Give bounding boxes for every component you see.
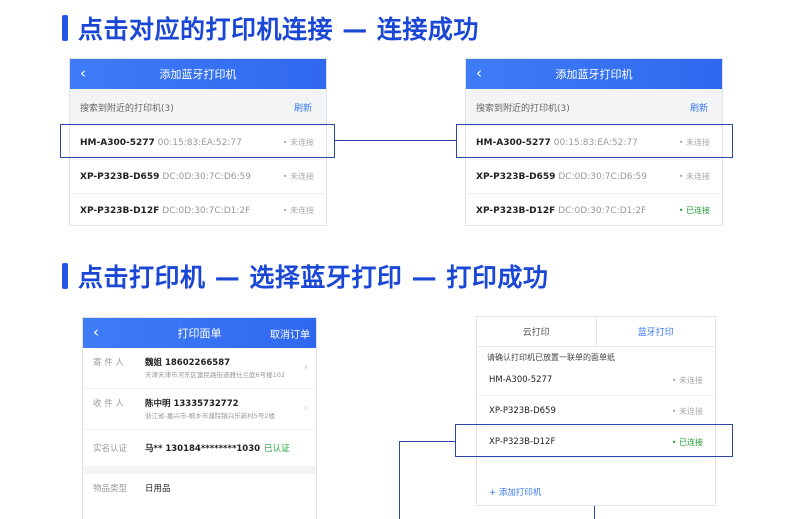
receiver-label: 收 件 人 [93, 399, 124, 409]
device-mac: DC:0D:30:7C:D1:2F [558, 205, 647, 216]
verified-badge: 已认证 [264, 444, 290, 454]
receiver-address: 浙江省-嘉兴市-桐乡市濮院镇兴乐新村5号2楼 [145, 412, 275, 420]
tab-cloud-print[interactable]: 云打印 [477, 317, 596, 346]
device-name: XP-P323B-D12F DC:0D:30:7C:D1:2F [80, 205, 251, 216]
search-result-bar: 搜索到附近的打印机(3) 刷新 [70, 89, 326, 125]
paper-note: 请确认打印机已放置一联单的面单纸 [487, 353, 615, 362]
back-arrow-icon[interactable]: ‹ [80, 63, 86, 83]
section2-title: 点击打印机 — 选择蓝牙打印 — 打印成功 [78, 263, 549, 292]
device-status: • 未连接 [678, 172, 710, 181]
chevron-right-icon: › [303, 360, 308, 373]
search-result-label: 搜索到附近的打印机(3) [476, 103, 570, 114]
screen-title: 打印面单 [177, 327, 222, 340]
print-form-screen: ‹ 打印面单 取消订单 寄 件 人 魏姐 18602266587 天津天津市河东… [82, 317, 317, 519]
printer-row[interactable]: XP-P323B-D659 • 未连接 [477, 396, 715, 427]
device-name: XP-P323B-D659 DC:0D:30:7C:D6:59 [80, 171, 251, 182]
print-mode-tabs: 云打印 蓝牙打印 [477, 317, 715, 347]
printer-status: • 未连接 [671, 375, 703, 385]
section1-heading: 点击对应的打印机连接 — 连接成功 [62, 10, 479, 46]
connector-line [335, 140, 456, 141]
search-result-label: 搜索到附近的打印机(3) [80, 103, 174, 114]
goods-row[interactable]: 物品类型 日用品 [83, 474, 316, 502]
sender-label: 寄 件 人 [93, 358, 124, 368]
printer-name: HM-A300-5277 [489, 375, 553, 385]
section1-title: 点击对应的打印机连接 — 连接成功 [78, 15, 479, 44]
printer-row[interactable]: HM-A300-5277 • 未连接 [477, 365, 715, 396]
heading-accent-bar [62, 15, 68, 41]
receiver-row[interactable]: 收 件 人 陈中明 13335732772 浙江省-嘉兴市-桐乡市濮院镇兴乐新村… [83, 388, 316, 429]
back-arrow-icon[interactable]: ‹ [93, 322, 99, 342]
goods-label: 物品类型 [93, 484, 128, 494]
device-row[interactable]: XP-P323B-D659 DC:0D:30:7C:D6:59 • 未连接 [466, 159, 722, 193]
screen-title: 添加蓝牙打印机 [159, 68, 237, 81]
highlight-box [60, 124, 335, 158]
heading-accent-bar [62, 263, 68, 289]
refresh-button[interactable]: 刷新 [690, 101, 708, 114]
highlight-box [456, 124, 733, 158]
connector-line [594, 506, 595, 519]
device-row[interactable]: XP-P323B-D659 DC:0D:30:7C:D6:59 • 未连接 [70, 159, 326, 193]
goods-value: 日用品 [145, 484, 171, 494]
search-result-bar: 搜索到附近的打印机(3) 刷新 [466, 89, 722, 125]
verify-value: 马** 130184********1030 [145, 444, 261, 454]
verify-label: 实名认证 [93, 444, 128, 454]
print-select-panel: 云打印 蓝牙打印 请确认打印机已放置一联单的面单纸 HM-A300-5277 •… [476, 316, 716, 506]
screen-title: 添加蓝牙打印机 [555, 68, 633, 81]
chevron-right-icon: › [303, 401, 308, 414]
section-divider [83, 466, 316, 474]
sender-name: 魏姐 18602266587 [145, 358, 231, 368]
device-mac: DC:0D:30:7C:D6:59 [558, 171, 647, 182]
refresh-button[interactable]: 刷新 [294, 101, 312, 114]
highlight-box [455, 424, 733, 457]
printer-status: • 未连接 [671, 406, 703, 416]
section2-heading: 点击打印机 — 选择蓝牙打印 — 打印成功 [62, 258, 548, 294]
app-header: ‹ 打印面单 取消订单 [83, 318, 316, 348]
add-printer-button[interactable]: + 添加打印机 [477, 458, 715, 498]
receiver-name: 陈中明 13335732772 [145, 399, 239, 409]
device-row[interactable]: XP-P323B-D12F DC:0D:30:7C:D1:2F • 已连接 [466, 193, 722, 225]
device-row[interactable]: XP-P323B-D12F DC:0D:30:7C:D1:2F • 未连接 [70, 193, 326, 225]
back-arrow-icon[interactable]: ‹ [476, 63, 482, 83]
device-name: XP-P323B-D12F DC:0D:30:7C:D1:2F [476, 205, 647, 216]
app-header: ‹ 添加蓝牙打印机 [466, 59, 722, 89]
connector-line [399, 441, 400, 519]
verify-row: 实名认证 马** 130184********1030 已认证 [83, 429, 316, 466]
cancel-order-button[interactable]: 取消订单 [270, 326, 310, 341]
device-mac: DC:0D:30:7C:D1:2F [162, 205, 251, 216]
connector-line [400, 441, 455, 442]
device-name: XP-P323B-D659 DC:0D:30:7C:D6:59 [476, 171, 647, 182]
sender-row[interactable]: 寄 件 人 魏姐 18602266587 天津天津市河东区富民路街道雅仕兰庭6号… [83, 348, 316, 388]
tab-bluetooth-print[interactable]: 蓝牙打印 [595, 317, 716, 346]
device-status-connected: • 已连接 [678, 206, 710, 215]
printer-name: XP-P323B-D659 [489, 406, 556, 416]
sender-address: 天津天津市河东区富民路街道雅仕兰庭6号楼102 [145, 371, 286, 379]
device-mac: DC:0D:30:7C:D6:59 [162, 171, 251, 182]
device-status: • 未连接 [282, 206, 314, 215]
device-status: • 未连接 [282, 172, 314, 181]
app-header: ‹ 添加蓝牙打印机 [70, 59, 326, 89]
